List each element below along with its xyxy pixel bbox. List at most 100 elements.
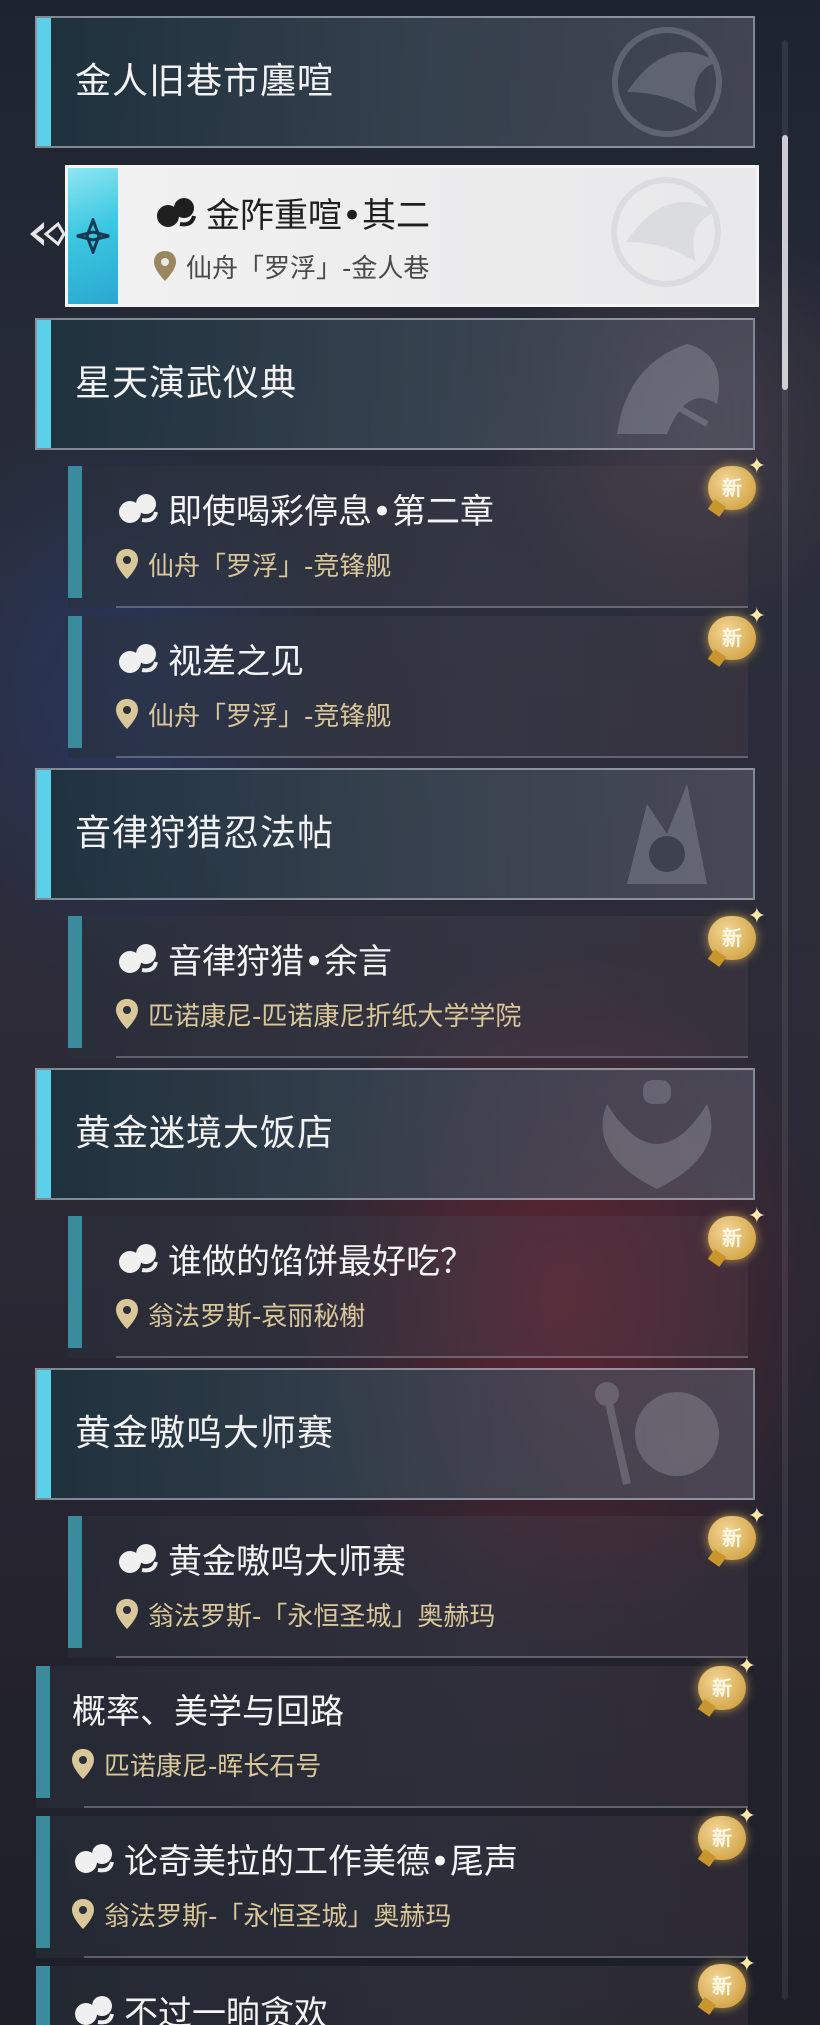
sparkle-icon: ✦ (737, 1804, 756, 1829)
quest-item[interactable]: 视差之见 仙舟「罗浮」-竞锋舰 (68, 616, 748, 758)
location-pin-icon (116, 1299, 138, 1329)
quest-title: 即使喝彩停息•第二章 (168, 491, 495, 532)
quest-accent-bar (68, 466, 82, 598)
new-badge: 新 ✦ (704, 1206, 766, 1268)
quest-title-row: 黄金嗷呜大师赛 (116, 1532, 406, 1584)
quest-title-row: 不过一晌贪欢 (72, 1984, 328, 2025)
quest-item[interactable]: 概率、美学与回路 匹诺康尼-晖长石号 (36, 1666, 748, 1808)
quest-item[interactable]: 音律狩猎•余言 匹诺康尼-匹诺康尼折纸大学学院 (68, 916, 748, 1058)
quest-location-row: 仙舟「罗浮」-竞锋舰 (116, 544, 391, 584)
quest-icon (157, 198, 196, 227)
quest-title-row: 音律狩猎•余言 (116, 932, 392, 984)
quest-accent-bar (36, 1666, 50, 1798)
quest-icon (119, 644, 158, 673)
quest-title: 概率、美学与回路 (72, 1691, 344, 1732)
quest-accent-bar (68, 916, 82, 1048)
quest-title: 论奇美拉的工作美德•尾声 (124, 1841, 519, 1882)
divider (84, 1806, 748, 1808)
category-header-golden-awoo-masters[interactable]: 黄金嗷呜大师赛 (35, 1368, 755, 1500)
category-title: 金人旧巷市廛喧 (75, 61, 335, 102)
location-pin-icon (116, 999, 138, 1029)
quest-title-row: 即使喝彩停息•第二章 (116, 482, 494, 534)
quest-icon (119, 1544, 158, 1573)
quest-title: 不过一晌贪欢 (124, 1993, 328, 2025)
quest-item[interactable]: 即使喝彩停息•第二章 仙舟「罗浮」-竞锋舰 (68, 466, 748, 608)
category-title: 星天演武仪典 (75, 363, 298, 404)
bird-emblem-icon (612, 27, 722, 137)
quest-item[interactable]: 论奇美拉的工作美德•尾声 翁法罗斯-「永恒圣城」奥赫玛 (36, 1816, 748, 1958)
quest-accent-bar (36, 1966, 50, 2025)
quest-title: 谁做的馅饼最好吃？ (168, 1241, 474, 1282)
mascot-emblem-icon (595, 1382, 719, 1485)
quest-title-row: 概率、美学与回路 (72, 1682, 344, 1734)
quest-title: 黄金嗷呜大师赛 (168, 1541, 406, 1582)
quest-item[interactable]: 不过一晌贪欢 (36, 1966, 748, 2025)
category-title: 音律狩猎忍法帖 (75, 813, 335, 854)
category-header-golden-hotel[interactable]: 黄金迷境大饭店 (35, 1068, 755, 1200)
location-pin-icon (116, 549, 138, 579)
divider (116, 756, 748, 758)
quest-title: 视差之见 (168, 641, 304, 682)
sparkle-icon: ✦ (737, 1952, 756, 1977)
quest-location-row: 仙舟「罗浮」-金人巷 (154, 246, 429, 286)
divider (84, 1956, 748, 1958)
divider (116, 606, 748, 608)
category-title: 黄金嗷呜大师赛 (75, 1413, 335, 1454)
quest-icon (75, 1844, 114, 1873)
quest-location: 仙舟「罗浮」-竞锋舰 (148, 701, 392, 732)
quest-accent-bar (68, 1516, 82, 1648)
quest-item[interactable]: 谁做的馅饼最好吃？ 翁法罗斯-哀丽秘榭 (68, 1216, 748, 1358)
dragon-emblem-icon (617, 344, 719, 434)
new-badge: 新 ✦ (694, 1954, 756, 2016)
divider (116, 1656, 748, 1658)
new-badge: 新 ✦ (704, 906, 766, 968)
quest-location: 仙舟「罗浮」-竞锋舰 (148, 551, 392, 582)
quest-location-row: 翁法罗斯-哀丽秘榭 (116, 1294, 365, 1334)
quest-item-selected[interactable]: 金阼重喧•其二 仙舟「罗浮」-金人巷 (65, 165, 759, 307)
sparkle-icon: ✦ (747, 904, 766, 929)
quest-title: 金阼重喧•其二 (206, 195, 431, 236)
quest-location-row: 翁法罗斯-「永恒圣城」奥赫玛 (116, 1594, 495, 1634)
quest-title-row: 论奇美拉的工作美德•尾声 (72, 1832, 518, 1884)
sparkle-icon: ✦ (747, 1204, 766, 1229)
sparkle-icon: ✦ (747, 604, 766, 629)
quest-icon (119, 1244, 158, 1273)
scrollbar-thumb[interactable] (782, 135, 788, 390)
quest-list-panel: 金人旧巷市廛喧 金阼重喧•其二 仙舟「罗浮」-金人巷 星天演武仪典 即使喝彩停息… (0, 0, 820, 2025)
quest-location: 翁法罗斯-哀丽秘榭 (148, 1301, 366, 1332)
quest-location: 仙舟「罗浮」-金人巷 (186, 253, 430, 284)
sparkle-icon: ✦ (737, 1654, 756, 1679)
diamond-star-icon (76, 218, 110, 254)
divider (116, 1056, 748, 1058)
quest-title-row: 谁做的馅饼最好吃？ (116, 1232, 474, 1284)
bird-emblem-icon (611, 177, 721, 287)
selection-arrow-icon (30, 221, 66, 247)
sparkle-icon: ✦ (747, 1504, 766, 1529)
quest-location-row: 仙舟「罗浮」-竞锋舰 (116, 694, 391, 734)
location-pin-icon (116, 699, 138, 729)
quest-accent-bar (68, 1216, 82, 1348)
new-badge: 新 ✦ (694, 1806, 756, 1868)
quest-location-row: 匹诺康尼-匹诺康尼折纸大学学院 (116, 994, 521, 1034)
location-pin-icon (154, 251, 176, 281)
location-pin-icon (72, 1899, 94, 1929)
quest-title-row: 金阼重喧•其二 (154, 186, 430, 238)
quest-location-row: 翁法罗斯-「永恒圣城」奥赫玛 (72, 1894, 451, 1934)
category-header-rhythm-hunt[interactable]: 音律狩猎忍法帖 (35, 768, 755, 900)
new-badge: 新 ✦ (704, 606, 766, 668)
new-badge: 新 ✦ (704, 1506, 766, 1568)
quest-item[interactable]: 黄金嗷呜大师赛 翁法罗斯-「永恒圣城」奥赫玛 (68, 1516, 748, 1658)
quest-location: 匹诺康尼-晖长石号 (104, 1751, 322, 1782)
category-header-jinren-alley[interactable]: 金人旧巷市廛喧 (35, 16, 755, 148)
quest-thumbnail (68, 168, 118, 304)
chef-emblem-icon (602, 1080, 712, 1189)
location-pin-icon (72, 1749, 94, 1779)
category-header-star-martial-ceremony[interactable]: 星天演武仪典 (35, 318, 755, 450)
quest-accent-bar (36, 1816, 50, 1948)
ninja-emblem-icon (627, 784, 707, 884)
quest-location: 翁法罗斯-「永恒圣城」奥赫玛 (148, 1601, 496, 1632)
category-title: 黄金迷境大饭店 (75, 1113, 335, 1154)
quest-location: 匹诺康尼-匹诺康尼折纸大学学院 (148, 1001, 522, 1032)
quest-location: 翁法罗斯-「永恒圣城」奥赫玛 (104, 1901, 452, 1932)
location-pin-icon (116, 1599, 138, 1629)
